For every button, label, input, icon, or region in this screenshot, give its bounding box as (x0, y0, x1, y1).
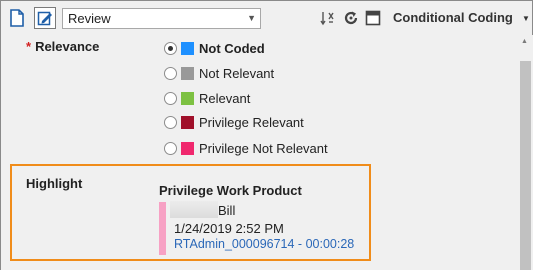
relevance-option-label: Privilege Relevant (199, 114, 304, 130)
color-swatch (181, 41, 194, 55)
edit-document-icon (37, 11, 52, 26)
layout-select[interactable]: Review ▼ (62, 8, 261, 29)
highlight-document-link[interactable]: RTAdmin_000096714 - 00:00:28 (174, 237, 354, 251)
color-swatch (181, 141, 194, 155)
document-icon (10, 9, 24, 27)
highlight-color-bar (159, 202, 166, 255)
coding-panel: Review ▼ Conditional Coding ▼ ▲ * Releva… (0, 0, 533, 270)
refresh-button[interactable] (343, 10, 359, 26)
radio-button[interactable] (164, 141, 177, 155)
relevance-field-label: * Relevance (26, 39, 99, 54)
chevron-down-icon[interactable]: ▼ (522, 14, 530, 23)
highlight-user: Bill (218, 203, 236, 218)
relevance-option-label: Not Relevant (199, 65, 275, 81)
relevance-option[interactable]: Privilege Not Relevant (164, 139, 328, 157)
relevance-option-label: Privilege Not Relevant (199, 140, 328, 156)
avatar (170, 201, 218, 218)
document-view-button[interactable] (6, 7, 28, 29)
relevance-option[interactable]: Privilege Relevant (164, 113, 304, 131)
radio-button[interactable] (164, 41, 177, 55)
relevance-option-label: Relevant (199, 90, 251, 106)
relevance-option[interactable]: Not Coded (164, 39, 265, 57)
highlight-title: Privilege Work Product (159, 183, 302, 198)
relevance-option[interactable]: Not Relevant (164, 64, 274, 82)
relevance-option[interactable]: Relevant (164, 89, 250, 107)
radio-button[interactable] (164, 115, 177, 129)
required-marker: * (26, 39, 32, 54)
relevance-option-label: Not Coded (199, 40, 265, 56)
relevance-label-text: Relevance (35, 39, 100, 54)
highlight-label: Highlight (26, 176, 83, 191)
color-swatch (181, 91, 194, 105)
sort-icon (320, 12, 334, 26)
panel-icon (365, 10, 381, 26)
color-swatch (181, 66, 194, 80)
vertical-scrollbar[interactable]: ▲ (518, 35, 533, 270)
sort-button[interactable] (320, 10, 336, 26)
panel-toggle-button[interactable] (365, 10, 381, 26)
edit-mode-button[interactable] (34, 7, 56, 29)
color-swatch (181, 115, 194, 129)
refresh-icon (344, 11, 358, 25)
scroll-up-arrow-icon[interactable]: ▲ (521, 38, 528, 45)
scrollbar-thumb[interactable] (520, 61, 531, 270)
layout-select-value: Review (68, 11, 111, 26)
coding-mode-label[interactable]: Conditional Coding (393, 10, 513, 25)
radio-button[interactable] (164, 91, 177, 105)
chevron-down-icon: ▼ (247, 13, 256, 23)
highlight-date: 1/24/2019 2:52 PM (174, 221, 284, 236)
toolbar: Review ▼ Conditional Coding ▼ (1, 1, 532, 35)
radio-button[interactable] (164, 66, 177, 80)
